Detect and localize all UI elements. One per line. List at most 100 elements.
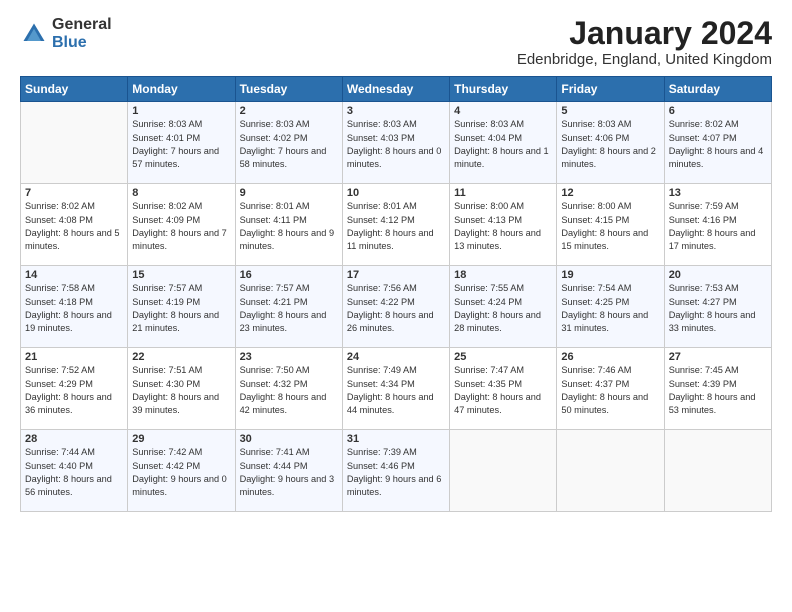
day-number: 27 xyxy=(669,351,767,363)
calendar-week-2: 7Sunrise: 8:02 AMSunset: 4:08 PMDaylight… xyxy=(21,184,772,266)
calendar-cell xyxy=(557,430,664,512)
calendar-cell: 12Sunrise: 8:00 AMSunset: 4:15 PMDayligh… xyxy=(557,184,664,266)
day-detail: Sunrise: 7:57 AMSunset: 4:19 PMDaylight:… xyxy=(132,282,230,335)
day-number: 20 xyxy=(669,269,767,281)
calendar-cell: 22Sunrise: 7:51 AMSunset: 4:30 PMDayligh… xyxy=(128,348,235,430)
header-thursday: Thursday xyxy=(450,77,557,102)
calendar-cell: 4Sunrise: 8:03 AMSunset: 4:04 PMDaylight… xyxy=(450,102,557,184)
day-number: 1 xyxy=(132,105,230,117)
day-detail: Sunrise: 7:55 AMSunset: 4:24 PMDaylight:… xyxy=(454,282,552,335)
header-saturday: Saturday xyxy=(664,77,771,102)
day-number: 19 xyxy=(561,269,659,281)
calendar-cell: 1Sunrise: 8:03 AMSunset: 4:01 PMDaylight… xyxy=(128,102,235,184)
header-tuesday: Tuesday xyxy=(235,77,342,102)
page: General Blue January 2024 Edenbridge, En… xyxy=(0,0,792,612)
day-detail: Sunrise: 8:00 AMSunset: 4:15 PMDaylight:… xyxy=(561,200,659,253)
day-number: 16 xyxy=(240,269,338,281)
day-detail: Sunrise: 7:54 AMSunset: 4:25 PMDaylight:… xyxy=(561,282,659,335)
day-detail: Sunrise: 8:01 AMSunset: 4:11 PMDaylight:… xyxy=(240,200,338,253)
month-title: January 2024 xyxy=(517,16,772,51)
calendar-cell: 31Sunrise: 7:39 AMSunset: 4:46 PMDayligh… xyxy=(342,430,449,512)
calendar-week-4: 21Sunrise: 7:52 AMSunset: 4:29 PMDayligh… xyxy=(21,348,772,430)
header-wednesday: Wednesday xyxy=(342,77,449,102)
day-number: 22 xyxy=(132,351,230,363)
day-detail: Sunrise: 8:02 AMSunset: 4:09 PMDaylight:… xyxy=(132,200,230,253)
day-detail: Sunrise: 7:44 AMSunset: 4:40 PMDaylight:… xyxy=(25,446,123,499)
calendar-cell: 16Sunrise: 7:57 AMSunset: 4:21 PMDayligh… xyxy=(235,266,342,348)
calendar-cell: 6Sunrise: 8:02 AMSunset: 4:07 PMDaylight… xyxy=(664,102,771,184)
day-detail: Sunrise: 8:02 AMSunset: 4:07 PMDaylight:… xyxy=(669,118,767,171)
day-detail: Sunrise: 7:56 AMSunset: 4:22 PMDaylight:… xyxy=(347,282,445,335)
day-number: 25 xyxy=(454,351,552,363)
calendar-cell: 23Sunrise: 7:50 AMSunset: 4:32 PMDayligh… xyxy=(235,348,342,430)
day-detail: Sunrise: 8:01 AMSunset: 4:12 PMDaylight:… xyxy=(347,200,445,253)
day-detail: Sunrise: 7:49 AMSunset: 4:34 PMDaylight:… xyxy=(347,364,445,417)
day-number: 9 xyxy=(240,187,338,199)
day-number: 14 xyxy=(25,269,123,281)
header-friday: Friday xyxy=(557,77,664,102)
calendar-cell: 2Sunrise: 8:03 AMSunset: 4:02 PMDaylight… xyxy=(235,102,342,184)
day-number: 24 xyxy=(347,351,445,363)
day-detail: Sunrise: 8:02 AMSunset: 4:08 PMDaylight:… xyxy=(25,200,123,253)
day-detail: Sunrise: 8:03 AMSunset: 4:01 PMDaylight:… xyxy=(132,118,230,171)
calendar-cell: 29Sunrise: 7:42 AMSunset: 4:42 PMDayligh… xyxy=(128,430,235,512)
day-detail: Sunrise: 7:58 AMSunset: 4:18 PMDaylight:… xyxy=(25,282,123,335)
logo-icon xyxy=(20,20,48,48)
calendar-cell xyxy=(450,430,557,512)
calendar-cell: 18Sunrise: 7:55 AMSunset: 4:24 PMDayligh… xyxy=(450,266,557,348)
header: General Blue January 2024 Edenbridge, En… xyxy=(20,16,772,68)
calendar-week-5: 28Sunrise: 7:44 AMSunset: 4:40 PMDayligh… xyxy=(21,430,772,512)
day-detail: Sunrise: 8:03 AMSunset: 4:03 PMDaylight:… xyxy=(347,118,445,171)
calendar-cell: 28Sunrise: 7:44 AMSunset: 4:40 PMDayligh… xyxy=(21,430,128,512)
header-sunday: Sunday xyxy=(21,77,128,102)
calendar-cell: 11Sunrise: 8:00 AMSunset: 4:13 PMDayligh… xyxy=(450,184,557,266)
day-number: 12 xyxy=(561,187,659,199)
calendar-week-3: 14Sunrise: 7:58 AMSunset: 4:18 PMDayligh… xyxy=(21,266,772,348)
day-detail: Sunrise: 8:03 AMSunset: 4:04 PMDaylight:… xyxy=(454,118,552,171)
calendar-header-row: Sunday Monday Tuesday Wednesday Thursday… xyxy=(21,77,772,102)
day-number: 7 xyxy=(25,187,123,199)
logo: General Blue xyxy=(20,16,112,51)
day-number: 29 xyxy=(132,433,230,445)
calendar-cell: 19Sunrise: 7:54 AMSunset: 4:25 PMDayligh… xyxy=(557,266,664,348)
day-number: 5 xyxy=(561,105,659,117)
logo-blue-text: Blue xyxy=(52,34,112,52)
calendar-week-1: 1Sunrise: 8:03 AMSunset: 4:01 PMDaylight… xyxy=(21,102,772,184)
calendar-cell: 21Sunrise: 7:52 AMSunset: 4:29 PMDayligh… xyxy=(21,348,128,430)
day-detail: Sunrise: 7:42 AMSunset: 4:42 PMDaylight:… xyxy=(132,446,230,499)
day-detail: Sunrise: 7:59 AMSunset: 4:16 PMDaylight:… xyxy=(669,200,767,253)
calendar-cell xyxy=(21,102,128,184)
calendar-cell: 15Sunrise: 7:57 AMSunset: 4:19 PMDayligh… xyxy=(128,266,235,348)
day-detail: Sunrise: 7:50 AMSunset: 4:32 PMDaylight:… xyxy=(240,364,338,417)
day-detail: Sunrise: 7:47 AMSunset: 4:35 PMDaylight:… xyxy=(454,364,552,417)
calendar-cell: 17Sunrise: 7:56 AMSunset: 4:22 PMDayligh… xyxy=(342,266,449,348)
calendar-table: Sunday Monday Tuesday Wednesday Thursday… xyxy=(20,76,772,512)
day-number: 10 xyxy=(347,187,445,199)
day-number: 17 xyxy=(347,269,445,281)
logo-text: General Blue xyxy=(52,16,112,51)
calendar-cell: 24Sunrise: 7:49 AMSunset: 4:34 PMDayligh… xyxy=(342,348,449,430)
calendar-cell: 27Sunrise: 7:45 AMSunset: 4:39 PMDayligh… xyxy=(664,348,771,430)
calendar-cell: 8Sunrise: 8:02 AMSunset: 4:09 PMDaylight… xyxy=(128,184,235,266)
location: Edenbridge, England, United Kingdom xyxy=(517,51,772,68)
day-detail: Sunrise: 7:41 AMSunset: 4:44 PMDaylight:… xyxy=(240,446,338,499)
calendar-cell: 13Sunrise: 7:59 AMSunset: 4:16 PMDayligh… xyxy=(664,184,771,266)
calendar-cell: 9Sunrise: 8:01 AMSunset: 4:11 PMDaylight… xyxy=(235,184,342,266)
calendar-cell: 5Sunrise: 8:03 AMSunset: 4:06 PMDaylight… xyxy=(557,102,664,184)
title-block: January 2024 Edenbridge, England, United… xyxy=(517,16,772,68)
day-number: 6 xyxy=(669,105,767,117)
day-detail: Sunrise: 7:45 AMSunset: 4:39 PMDaylight:… xyxy=(669,364,767,417)
day-number: 30 xyxy=(240,433,338,445)
calendar-cell: 7Sunrise: 8:02 AMSunset: 4:08 PMDaylight… xyxy=(21,184,128,266)
day-detail: Sunrise: 7:53 AMSunset: 4:27 PMDaylight:… xyxy=(669,282,767,335)
day-number: 2 xyxy=(240,105,338,117)
day-number: 23 xyxy=(240,351,338,363)
day-number: 26 xyxy=(561,351,659,363)
day-number: 8 xyxy=(132,187,230,199)
day-number: 3 xyxy=(347,105,445,117)
day-number: 15 xyxy=(132,269,230,281)
day-detail: Sunrise: 7:46 AMSunset: 4:37 PMDaylight:… xyxy=(561,364,659,417)
calendar-cell: 3Sunrise: 8:03 AMSunset: 4:03 PMDaylight… xyxy=(342,102,449,184)
day-number: 4 xyxy=(454,105,552,117)
header-monday: Monday xyxy=(128,77,235,102)
